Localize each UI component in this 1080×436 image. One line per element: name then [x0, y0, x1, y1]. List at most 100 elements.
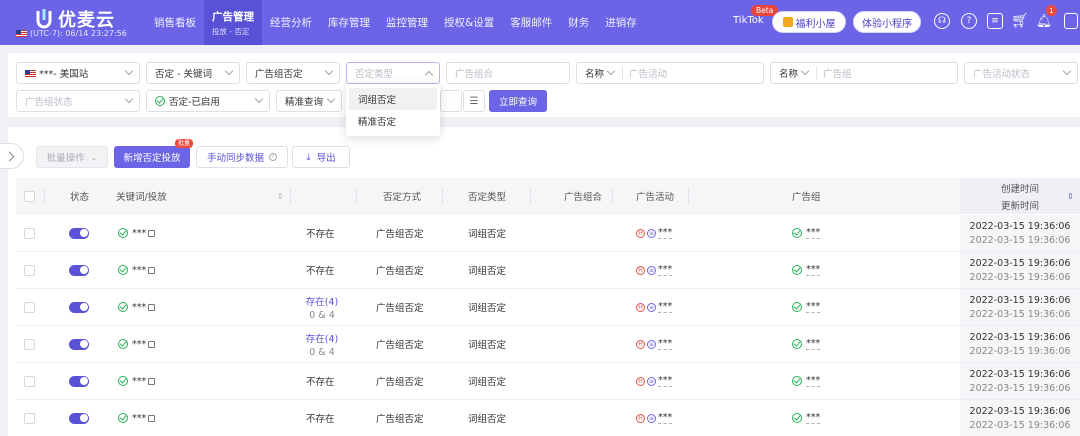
row-checkbox[interactable] — [24, 301, 35, 313]
negative-type-select[interactable]: 否定类型 — [346, 62, 440, 84]
ad-group-status-select[interactable]: 广告组状态 — [16, 90, 140, 112]
ad-group-combo-input[interactable]: 广告组合 — [446, 62, 570, 84]
campaign-status-select[interactable]: 广告活动状态 — [964, 62, 1078, 84]
status-toggle[interactable] — [69, 264, 89, 276]
campaign-name[interactable]: *** — [658, 227, 673, 239]
status-toggle[interactable] — [69, 338, 89, 350]
campaign-cell: H ≡ *** — [636, 363, 673, 399]
row-checkbox[interactable] — [24, 264, 35, 276]
ad-group-name[interactable]: *** — [806, 301, 821, 313]
query-button[interactable]: 立即查询 — [489, 90, 547, 112]
table-row[interactable]: *** 不存在 广告组否定 词组否定 H ≡ *** *** 2022-03-1… — [16, 400, 1080, 436]
keyword-text: *** — [132, 338, 147, 350]
campaign-name[interactable]: *** — [658, 301, 673, 313]
table-row[interactable]: *** 存在(4) 0 & 4 广告组否定 词组否定 H ≡ *** *** 2… — [16, 289, 1080, 326]
status-toggle[interactable] — [69, 375, 89, 387]
negative-method: 广告组否定 — [376, 303, 424, 314]
negative-method: 广告组否定 — [376, 229, 424, 240]
level-value: 广告组否定 — [255, 69, 303, 80]
existence-link[interactable]: 存在(4) — [306, 331, 338, 345]
external-link-icon[interactable] — [148, 266, 156, 274]
negative-scope-select[interactable]: 否定 - 关键词 — [146, 62, 240, 84]
nav-customer-email[interactable]: 客服邮件 — [502, 0, 560, 45]
campaign-type-icon: ≡ — [647, 302, 656, 312]
external-link-icon[interactable] — [148, 229, 156, 237]
chevron-down-icon — [254, 94, 264, 104]
external-link-icon[interactable] — [148, 414, 156, 422]
chevron-down-icon[interactable] — [606, 66, 616, 76]
keyword-cell: *** — [118, 289, 156, 325]
chevron-down-icon[interactable] — [800, 66, 810, 76]
ad-group-cell: *** — [792, 326, 821, 362]
nav-inventory[interactable]: 库存管理 — [320, 0, 378, 45]
option-phrase-negative[interactable]: 词组否定 — [349, 88, 437, 110]
campaign-name[interactable]: *** — [658, 338, 673, 350]
nav-sales-dashboard[interactable]: 销售看板 — [146, 0, 204, 45]
sp-badge-icon: H — [636, 413, 645, 423]
help-icon[interactable]: ? — [961, 13, 977, 29]
enabled-status-select[interactable]: 否定-已启用 — [146, 90, 270, 112]
table-row[interactable]: *** 不存在 广告组否定 词组否定 H ≡ *** *** 2022-03-1… — [16, 363, 1080, 400]
row-checkbox[interactable] — [24, 227, 35, 239]
message-icon[interactable]: ≡ — [987, 13, 1003, 29]
status-toggle[interactable] — [69, 301, 89, 313]
keyword-input[interactable] — [440, 90, 462, 112]
header-keyword: 关键词/投放 — [116, 192, 167, 203]
external-link-icon[interactable] — [148, 377, 156, 385]
header-time[interactable]: 创建时间 更新时间 — [960, 178, 1080, 214]
campaign-search[interactable]: 名称 广告活动 — [576, 62, 764, 84]
ad-group-name[interactable]: *** — [806, 375, 821, 387]
option-exact-negative[interactable]: 精准否定 — [349, 110, 437, 132]
nav-purchase-sales[interactable]: 进销存 — [597, 0, 645, 45]
external-link-icon[interactable] — [148, 303, 156, 311]
campaign-name[interactable]: *** — [658, 264, 673, 276]
status-toggle[interactable] — [69, 412, 89, 424]
table-row[interactable]: *** 存在(4) 0 & 4 广告组否定 词组否定 H ≡ *** *** 2… — [16, 326, 1080, 363]
nav-label: 授权&设置 — [444, 17, 495, 29]
list-icon[interactable]: ☰ — [463, 90, 485, 112]
nav-auth-settings[interactable]: 授权&设置 — [436, 0, 502, 45]
export-button[interactable]: ⤓ 导出 — [292, 146, 350, 168]
table-row[interactable]: *** 不存在 广告组否定 词组否定 H ≡ *** *** 2022-03-1… — [16, 252, 1080, 289]
cart-icon[interactable]: 🛒︎ — [1011, 13, 1029, 29]
select-all-checkbox[interactable] — [24, 190, 35, 202]
negative-type: 词组否定 — [468, 229, 507, 240]
campaign-name[interactable]: *** — [658, 375, 673, 387]
negative-type-placeholder: 否定类型 — [355, 69, 394, 80]
level-select[interactable]: 广告组否定 — [246, 62, 340, 84]
ad-group-cell: *** — [792, 252, 821, 288]
ad-group-name[interactable]: *** — [806, 227, 821, 239]
ad-group-name[interactable]: *** — [806, 338, 821, 350]
row-checkbox[interactable] — [24, 412, 35, 424]
nav-business-analysis[interactable]: 经营分析 — [262, 0, 320, 45]
ad-group-name[interactable]: *** — [806, 412, 821, 424]
nav-ad-management[interactable]: 广告管理 投放 - 否定 — [204, 0, 262, 45]
sort-icon[interactable]: ⇕ — [277, 178, 284, 214]
miniprogram-button[interactable]: 体验小程序 — [853, 11, 921, 33]
sort-icon[interactable]: ⇕ — [1067, 178, 1074, 214]
updated-time: 2022-03-15 19:36:06 — [969, 419, 1071, 431]
status-toggle[interactable] — [69, 227, 89, 239]
nav-finance[interactable]: 财务 — [560, 0, 597, 45]
negative-method: 广告组否定 — [376, 266, 424, 277]
negative-method: 广告组否定 — [376, 377, 424, 388]
tiktok-link[interactable]: TikTok — [733, 15, 764, 26]
row-checkbox[interactable] — [24, 338, 35, 350]
nav-monitoring[interactable]: 监控管理 — [378, 0, 436, 45]
ad-group-search[interactable]: 名称 广告组 — [770, 62, 958, 84]
keyword-cell: *** — [118, 215, 156, 251]
batch-operation-button[interactable]: 批量操作 ⌄ — [36, 146, 108, 168]
external-link-icon[interactable] — [148, 340, 156, 348]
row-checkbox[interactable] — [24, 375, 35, 387]
match-mode-select[interactable]: 精准查询 — [276, 90, 342, 112]
ad-group-name[interactable]: *** — [806, 264, 821, 276]
more-icon[interactable] — [1064, 13, 1078, 29]
table-row[interactable]: *** 不存在 广告组否定 词组否定 H ≡ *** *** 2022-03-1… — [16, 215, 1080, 252]
sync-data-button[interactable]: 手动同步数据 ? — [196, 146, 288, 168]
site-select[interactable]: ***- 美国站 — [16, 62, 140, 84]
add-negative-button[interactable]: 新增否定投放 — [114, 146, 190, 168]
existence-link[interactable]: 存在(4) — [306, 294, 338, 308]
welfare-button[interactable]: 福利小屋 — [772, 11, 846, 33]
campaign-name[interactable]: *** — [658, 412, 673, 424]
headset-icon[interactable]: ☊ — [934, 13, 950, 29]
